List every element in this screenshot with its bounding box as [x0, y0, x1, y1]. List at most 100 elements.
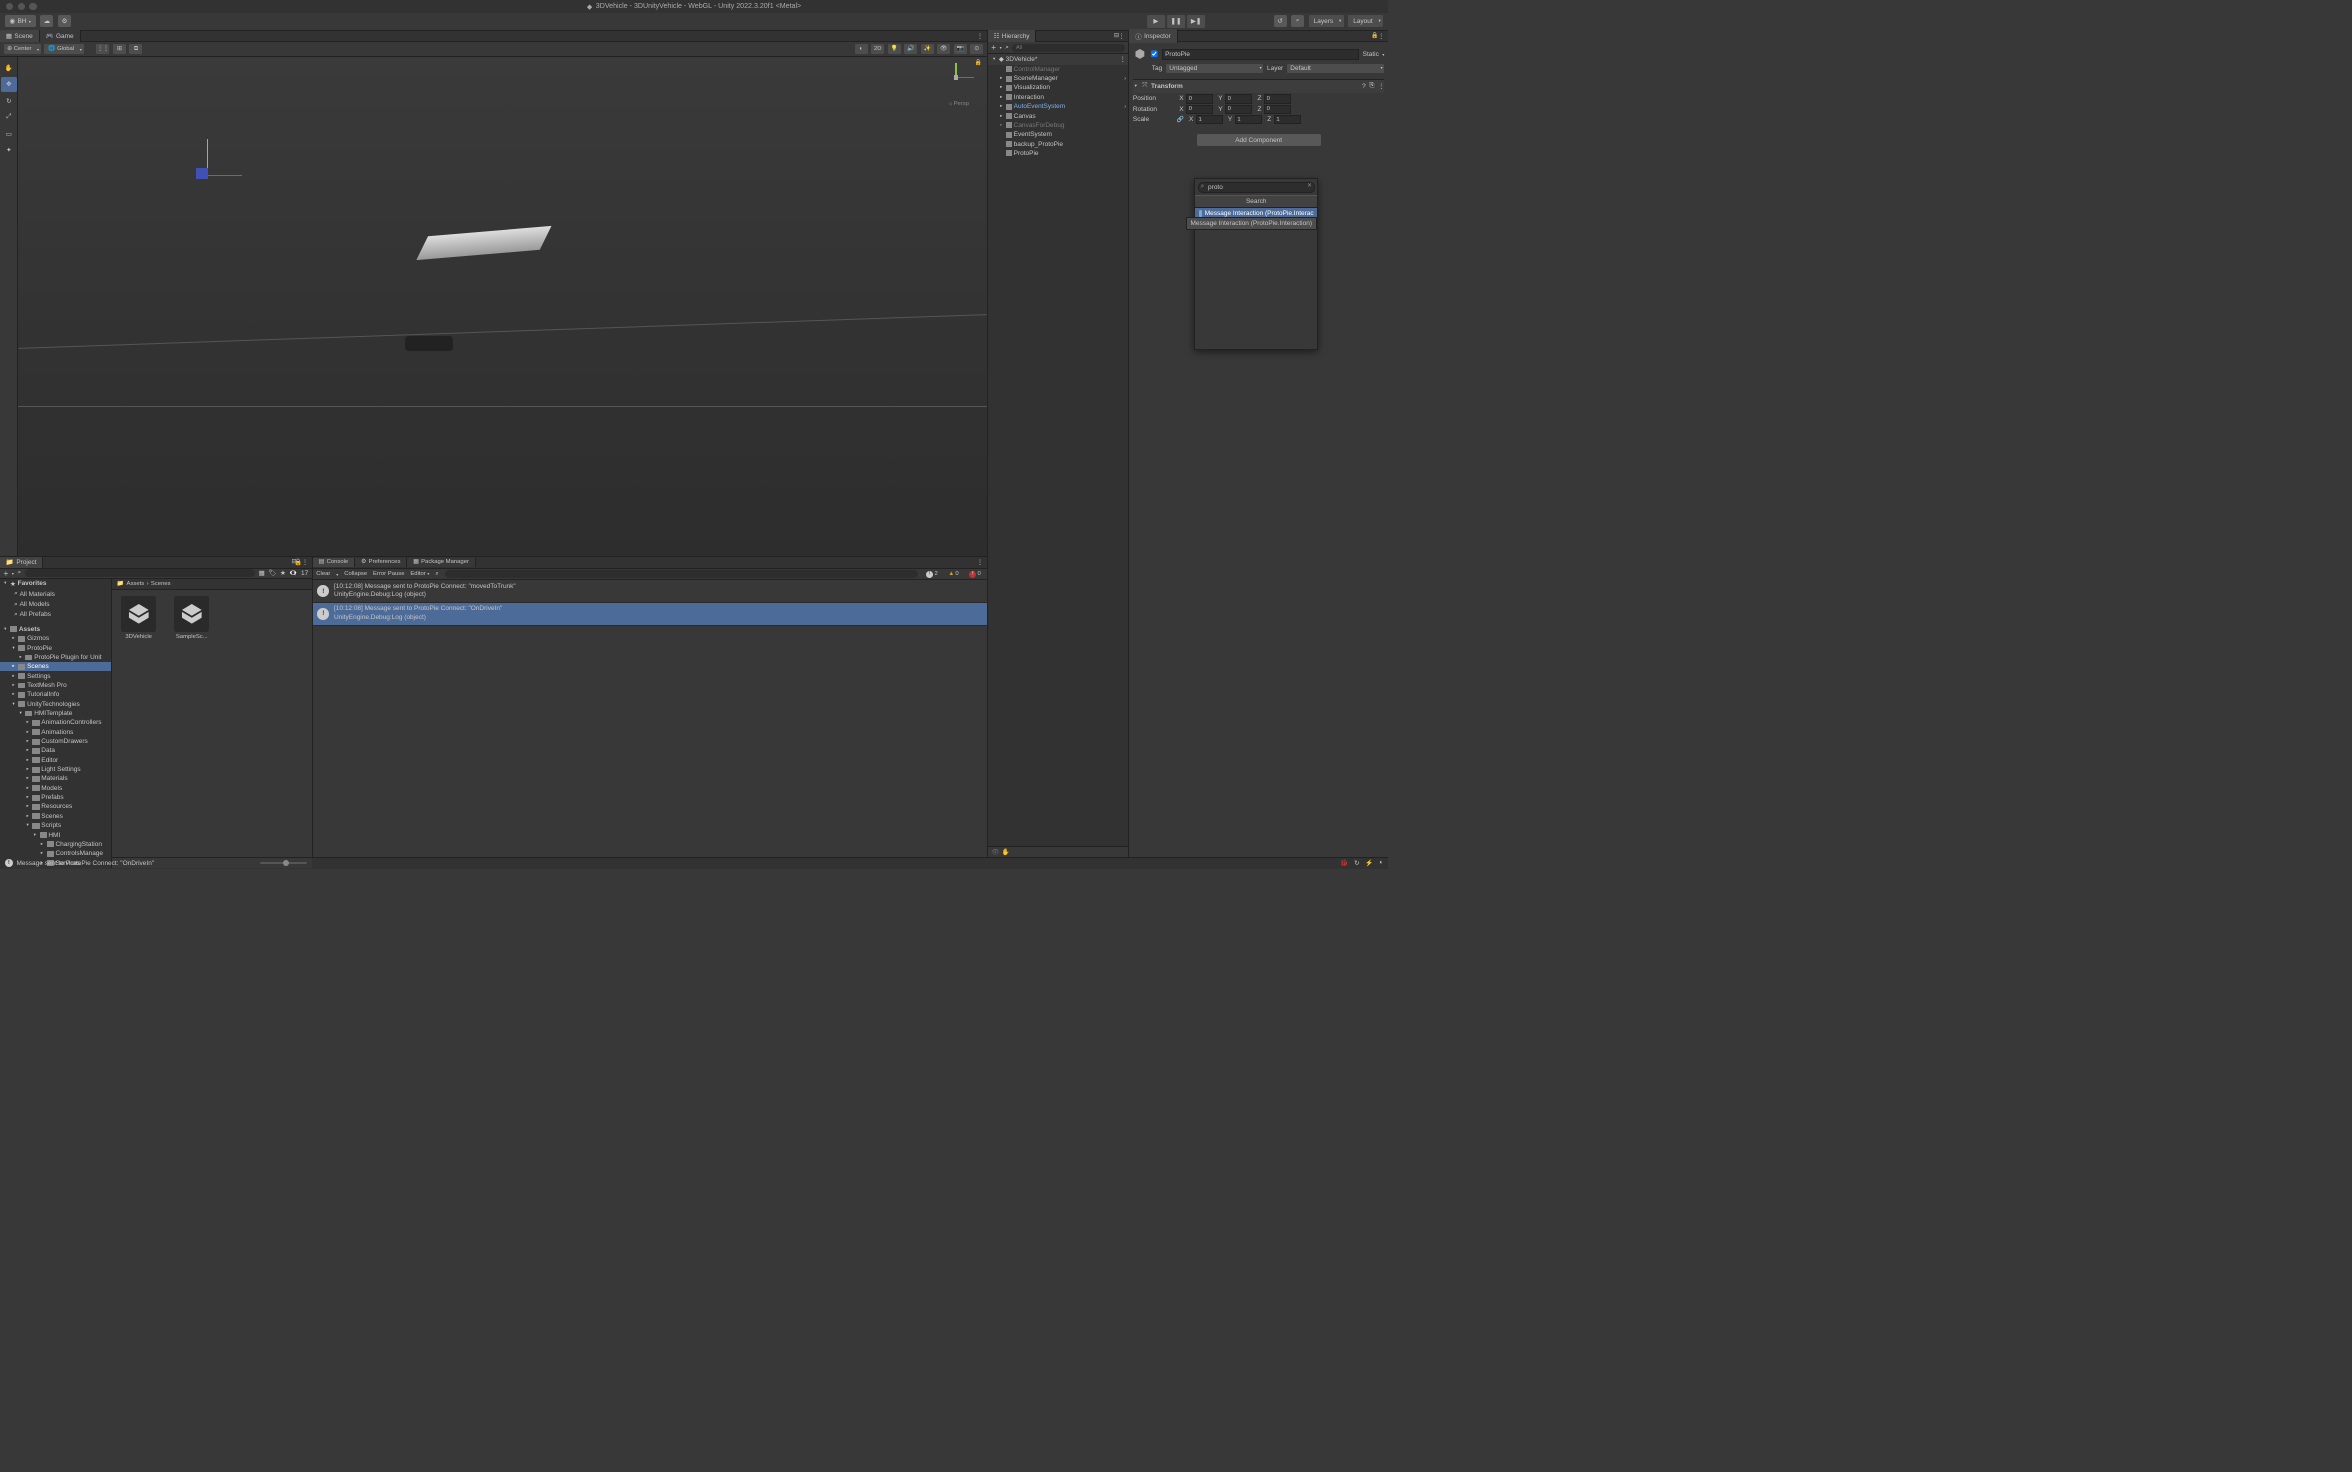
favorites-header[interactable]: ▾★Favorites — [0, 579, 111, 589]
orientation-gizmo[interactable] — [940, 63, 975, 98]
rotation-z[interactable] — [1264, 105, 1291, 114]
tab-hierarchy[interactable]: ☷Hierarchy — [988, 30, 1037, 42]
gizmo-z-axis[interactable] — [196, 168, 208, 180]
info-count[interactable]: !2 — [924, 571, 940, 578]
link-scale-icon[interactable]: 🔗 — [1177, 117, 1184, 123]
mode-2d-button[interactable]: 2D — [871, 44, 884, 55]
tree-item[interactable]: ▸TextMesh Pro — [0, 681, 111, 690]
asset-samplescene[interactable]: SampleSc... — [171, 596, 212, 640]
tree-item[interactable]: ▸Materials — [0, 774, 111, 783]
layer-dropdown[interactable]: Default — [1287, 64, 1385, 73]
component-search-input[interactable] — [1198, 182, 1315, 193]
tree-item[interactable]: ▾HMITemplate — [0, 709, 111, 718]
scene-viewport[interactable]: ◁ Persp 🔒 — [18, 57, 987, 556]
position-x[interactable] — [1186, 94, 1213, 103]
account-button[interactable]: ◉ BH ▾ — [5, 15, 36, 27]
rect-tool[interactable]: ▭ — [1, 126, 16, 141]
tab-scene[interactable]: ▦Scene — [0, 30, 40, 42]
gizmos-button[interactable]: ⊙ — [970, 44, 983, 55]
collapse-button[interactable]: Collapse — [344, 571, 367, 577]
window-close[interactable] — [6, 3, 13, 10]
scale-z[interactable] — [1274, 115, 1301, 124]
hierarchy-body[interactable]: ▾◆3DVehicle* ⋮ ControlManager▸SceneManag… — [988, 54, 1129, 846]
hierarchy-search[interactable] — [1012, 44, 1124, 52]
filter-type-icon[interactable]: ▦ — [259, 569, 265, 577]
position-y[interactable] — [1225, 94, 1252, 103]
project-tree[interactable]: ▾★Favorites ⌕ All Materials ⌕ All Models… — [0, 579, 112, 868]
scale-y[interactable] — [1235, 115, 1262, 124]
layers-dropdown[interactable]: Layers — [1309, 15, 1344, 27]
tree-item[interactable]: ▸Scenes — [0, 662, 111, 671]
clear-icon[interactable]: ✕ — [1307, 183, 1312, 189]
bug-icon[interactable]: 🐞 — [1340, 859, 1348, 867]
window-zoom[interactable] — [29, 3, 36, 10]
visibility-button[interactable]: 👁 — [937, 44, 950, 55]
gameobject-active-checkbox[interactable] — [1151, 50, 1159, 58]
tree-item[interactable]: ▸Settings — [0, 671, 111, 680]
hand-icon[interactable]: ✋ — [1002, 848, 1010, 856]
tree-item[interactable]: ▾UnityTechnologies — [0, 700, 111, 709]
rotation-x[interactable] — [1186, 105, 1213, 114]
assets-root[interactable]: ▾Assets — [0, 625, 111, 634]
tab-menu[interactable]: ⋮ — [302, 558, 308, 566]
static-dropdown[interactable]: ▾ — [1382, 52, 1384, 57]
hierarchy-item[interactable]: EventSystem — [988, 130, 1129, 139]
settings-button[interactable]: ⚙ — [58, 15, 71, 27]
tree-item[interactable]: ▸Editor — [0, 756, 111, 765]
assets-grid[interactable]: 3DVehicle SampleSc... — [112, 590, 312, 857]
editor-dropdown[interactable]: Editor ▾ — [410, 571, 429, 577]
fav-all-materials[interactable]: ⌕ All Materials — [0, 589, 111, 599]
pause-button[interactable]: ❚❚ — [1167, 15, 1185, 28]
tab-inspector[interactable]: ⓘInspector — [1129, 29, 1177, 43]
thumbnail-size-slider[interactable] — [260, 862, 307, 864]
tab-menu[interactable]: ⋮ — [1118, 32, 1124, 40]
snap-inc-button[interactable]: ⊞ — [113, 44, 126, 55]
help-icon[interactable]: ? — [1362, 83, 1366, 90]
tab-menu[interactable]: ⋮ — [977, 558, 983, 566]
snap-toggle-button[interactable]: ⧉ — [129, 44, 142, 55]
pivot-dropdown[interactable]: ⊕Center — [4, 44, 41, 55]
search-button[interactable]: ⌕ — [1291, 15, 1304, 27]
add-button[interactable]: + — [991, 43, 996, 52]
tree-item[interactable]: ▾Scripts — [0, 821, 111, 830]
undo-history-button[interactable]: ↺ — [1274, 15, 1287, 27]
tree-item[interactable]: ▸TutorialInfo — [0, 690, 111, 699]
activity-icon[interactable]: ◐ — [1379, 859, 1383, 867]
tab-console[interactable]: ▤Console — [313, 558, 355, 568]
hierarchy-item[interactable]: ▸AutoEventSystem› — [988, 102, 1129, 111]
gameobject-name-field[interactable] — [1162, 49, 1359, 60]
space-dropdown[interactable]: 🌐Global — [44, 44, 83, 55]
tab-game[interactable]: 🎮Game — [40, 30, 81, 42]
auto-refresh-icon[interactable]: ↻ — [1354, 859, 1359, 867]
hierarchy-item[interactable]: ▸SceneManager› — [988, 74, 1129, 83]
tree-item[interactable]: ▸ChargingStation — [0, 840, 111, 849]
tab-menu[interactable]: ⋮ — [977, 32, 983, 40]
project-search[interactable] — [25, 569, 255, 577]
preset-icon[interactable]: ⎘ — [1369, 82, 1374, 90]
layout-dropdown[interactable]: Layout — [1348, 15, 1383, 27]
hierarchy-item[interactable]: ▸Canvas — [988, 111, 1129, 120]
tab-preferences[interactable]: ⚙Preferences — [355, 558, 407, 568]
clear-button[interactable]: Clear — [316, 571, 330, 577]
filter-save-icon[interactable]: ★ — [280, 569, 286, 577]
tree-item[interactable]: ▸Gizmos — [0, 634, 111, 643]
tab-menu[interactable]: ⋮ — [1378, 32, 1384, 40]
cloud-button[interactable]: ☁ — [40, 15, 53, 27]
console-search[interactable] — [445, 570, 918, 578]
tab-project[interactable]: 📁Project — [0, 557, 43, 569]
warn-count[interactable]: ▲0 — [946, 571, 961, 577]
audio-button[interactable]: 🔊 — [904, 44, 917, 55]
tree-item[interactable]: ▸AnimationControllers — [0, 718, 111, 727]
console-log-item[interactable]: ![10:12:08] Message sent to ProtoPie Con… — [313, 603, 987, 626]
scene-menu[interactable]: ⋮ — [1120, 55, 1126, 63]
eye-icon[interactable]: 👁 — [991, 848, 999, 856]
fav-all-prefabs[interactable]: ⌕ All Prefabs — [0, 610, 111, 620]
scale-tool[interactable]: ⤢ — [1, 110, 16, 125]
hidden-icon[interactable]: 👁‍🗨 — [289, 569, 297, 577]
tree-item[interactable]: ▸CustomDrawers — [0, 737, 111, 746]
tree-item[interactable]: ▸Light Settings — [0, 765, 111, 774]
tree-item[interactable]: ▸ControlsManage — [0, 849, 111, 858]
error-count[interactable]: !0 — [967, 571, 983, 578]
transform-tool[interactable]: ✦ — [1, 143, 16, 158]
tag-dropdown[interactable]: Untagged — [1166, 64, 1264, 73]
